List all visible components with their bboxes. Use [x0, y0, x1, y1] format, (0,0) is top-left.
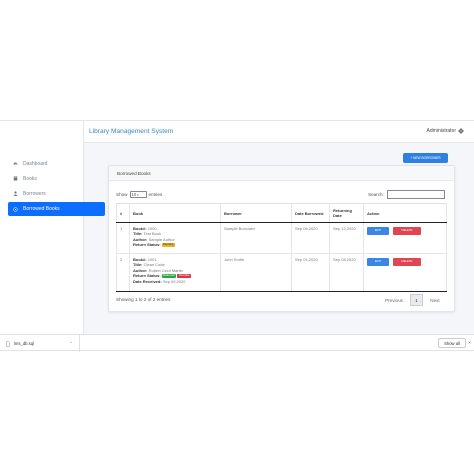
borrowed-books-table: # Book Borrower Date Borrowed Returning …	[116, 203, 447, 292]
show-all-downloads-button[interactable]: Show all	[438, 338, 466, 348]
book-author: Robert Cecil Martin	[148, 267, 183, 273]
returning-date: Sep 08,2020	[329, 253, 364, 292]
next-page-button[interactable]: Next	[423, 298, 447, 303]
action-buttons: EDIT DELETE	[367, 226, 443, 235]
sidebar-item-label: Borrowers	[23, 190, 46, 197]
column-header-label: Borrower	[224, 210, 242, 216]
sidebar-item-label: Dashboard	[23, 160, 48, 167]
column-header-label: #	[120, 210, 123, 216]
top-navbar: Library Management System Administrator	[84, 121, 474, 143]
table-info: Showing 1 to 2 of 2 entries	[116, 297, 171, 302]
sidebar-item-label: Books	[23, 175, 37, 182]
previous-page-button[interactable]: Previous	[378, 298, 410, 303]
entries-label: entries	[148, 192, 163, 197]
bookmark-icon	[13, 206, 18, 212]
borrower-name: John Smith	[220, 253, 292, 292]
file-icon	[6, 341, 10, 346]
column-header-date-borrowed[interactable]: Date Borrowed	[291, 203, 330, 223]
user-menu[interactable]: Administrator	[427, 128, 464, 134]
book-id: 1001	[147, 257, 157, 262]
book-title: Clean Code	[143, 262, 165, 268]
status-badge-overdue: Overdue	[177, 273, 192, 278]
new-borrower-button[interactable]: + NEW BORROWER	[403, 153, 448, 163]
column-header-label: Returning Date	[333, 208, 352, 218]
date-borrowed: Sep 06,2020	[291, 222, 330, 254]
entries-value: 10	[131, 192, 137, 197]
column-header-label: Date Borrowed	[295, 210, 324, 216]
action-buttons: EDIT DELETE	[367, 257, 443, 266]
date-received-label: Date Received:	[133, 278, 162, 284]
column-header-label: Action	[367, 210, 380, 216]
edit-button[interactable]: EDIT	[367, 227, 389, 235]
search-input[interactable]	[386, 190, 445, 199]
gear-icon	[458, 128, 464, 134]
sidebar-item-borrowed-books[interactable]: Borrowed Books	[8, 202, 105, 216]
pagination: Previous 1 Next	[378, 294, 447, 306]
column-header-action[interactable]: Action	[363, 203, 447, 223]
edit-button[interactable]: EDIT	[367, 258, 389, 266]
download-bar: lms_db.sql ^ Show all ×	[0, 334, 474, 352]
borrower-name: Sample Borrower	[220, 222, 292, 254]
row-number: 1	[116, 222, 130, 254]
book-title: Test Book	[143, 231, 162, 237]
book-icon	[13, 176, 18, 181]
user-name: Administrator	[426, 128, 456, 134]
title-label: Title:	[133, 262, 143, 268]
delete-button[interactable]: DELETE	[393, 227, 421, 235]
user-icon	[13, 191, 18, 196]
column-header-number[interactable]: #	[116, 203, 130, 223]
close-icon[interactable]: ×	[468, 340, 471, 345]
author-label: Author:	[133, 236, 148, 242]
book-id: 1000	[147, 226, 157, 231]
entries-length-control: Show 10 ▾ entries	[116, 191, 162, 198]
chevron-down-icon: ▾	[137, 192, 139, 197]
return-status-label: Return Status:	[133, 273, 161, 279]
book-id-label: Book#:	[133, 226, 147, 231]
tachometer-icon	[13, 162, 18, 165]
card-title: Borrowed Books	[109, 166, 454, 181]
delete-button[interactable]: DELETE	[393, 258, 421, 266]
status-line: Return Status: Pending	[133, 242, 217, 247]
return-status-label: Return Status:	[133, 242, 161, 248]
author-label: Author:	[133, 267, 148, 273]
column-header-returning-date[interactable]: Returning Date	[329, 203, 364, 223]
download-item[interactable]: lms_db.sql ^	[0, 335, 80, 352]
search-label: Search:	[368, 192, 384, 197]
date-borrowed: Sep 01,2020	[291, 253, 330, 292]
book-id-label: Book#:	[133, 257, 147, 262]
sidebar-item-books[interactable]: Books	[8, 172, 105, 185]
screen: Library Management System Administrator …	[0, 0, 474, 474]
table-row: 2 Book#: 1001 Title: Clean Code Author: …	[116, 253, 447, 292]
book-author: Sample Author	[148, 236, 175, 242]
column-header-book[interactable]: Book	[129, 203, 221, 223]
download-file-name: lms_db.sql	[14, 341, 35, 346]
sidebar-item-dashboard[interactable]: Dashboard	[8, 157, 105, 170]
show-label: Show	[116, 192, 128, 197]
date-received-line: Date Received: Sep 09,2020	[133, 279, 217, 284]
book-details: Book#: 1001 Title: Clean Code Author: Ro…	[129, 253, 221, 292]
app-title: Library Management System	[89, 128, 174, 135]
row-number: 2	[116, 253, 130, 292]
status-badge-pending: Pending	[161, 242, 175, 247]
title-label: Title:	[133, 231, 143, 237]
column-header-borrower[interactable]: Borrower	[220, 203, 292, 223]
sidebar-item-borrowers[interactable]: Borrowers	[8, 187, 105, 200]
row-actions: EDIT DELETE	[363, 253, 447, 292]
column-header-label: Book	[133, 210, 143, 216]
date-received: Sep 09,2020	[162, 278, 186, 284]
sidebar-item-label: Borrowed Books	[23, 206, 60, 212]
book-details: Book#: 1000 Title: Test Book Author: Sam…	[129, 222, 221, 254]
status-badge-returned: Returned	[161, 273, 177, 278]
chevron-up-icon[interactable]: ^	[70, 340, 72, 345]
table-header-row: # Book Borrower Date Borrowed Returning …	[116, 203, 447, 223]
table-row: 1 Book#: 1000 Title: Test Book Author: S…	[116, 222, 447, 254]
row-actions: EDIT DELETE	[363, 222, 447, 254]
page-1-button[interactable]: 1	[410, 294, 423, 306]
returning-date: Sep 12,2020	[329, 222, 364, 254]
entries-select[interactable]: 10 ▾	[129, 191, 147, 198]
sidebar	[0, 121, 84, 335]
table-search: Search:	[368, 190, 445, 199]
